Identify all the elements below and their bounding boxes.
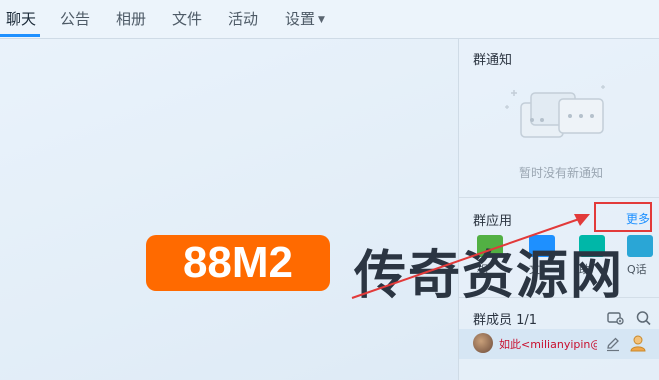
empty-notice-icon xyxy=(505,85,605,138)
avatar xyxy=(473,333,493,353)
watermark-text: 传奇资源网 xyxy=(354,246,625,306)
tab-files[interactable]: 文件 xyxy=(172,8,202,29)
tab-activities[interactable]: 活动 xyxy=(228,8,258,29)
watermark-badge-text: 88M2 xyxy=(182,238,294,287)
search-icon[interactable] xyxy=(635,310,653,326)
more-apps-link[interactable]: 更多 xyxy=(626,210,650,227)
member-name: 如此<milianyipin@q xyxy=(499,338,597,351)
app-label: Q话 xyxy=(627,263,647,276)
watermark-badge: 88M2 xyxy=(146,235,330,291)
divider xyxy=(459,197,659,198)
chevron-down-icon: ▼ xyxy=(318,14,325,25)
notice-empty-text: 暂时没有新通知 xyxy=(519,166,604,180)
tab-announcement[interactable]: 公告 xyxy=(60,8,90,29)
group-side-panel: 群通知 暂时没有新通知 群应用 更多 相 文 助 Q话 群成员 1/1 如此<m… xyxy=(458,39,659,380)
invite-member-icon[interactable] xyxy=(607,310,625,326)
call-icon xyxy=(627,235,653,257)
owner-icon xyxy=(630,335,646,352)
member-row[interactable]: 如此<milianyipin@q xyxy=(459,329,659,359)
tab-settings[interactable]: 设置 ▼ xyxy=(285,8,325,29)
tab-album[interactable]: 相册 xyxy=(116,8,146,29)
member-tools xyxy=(607,307,653,326)
apps-title: 群应用 xyxy=(473,214,513,229)
members-title: 群成员 1/1 xyxy=(473,313,538,328)
tab-settings-label: 设置 xyxy=(285,10,316,28)
tab-bar: 聊天 公告 相册 文件 活动 设置 ▼ xyxy=(0,0,659,39)
notice-title: 群通知 xyxy=(473,53,513,68)
tab-chat[interactable]: 聊天 xyxy=(6,8,36,29)
edit-icon[interactable] xyxy=(605,336,621,352)
active-tab-indicator xyxy=(0,34,40,37)
